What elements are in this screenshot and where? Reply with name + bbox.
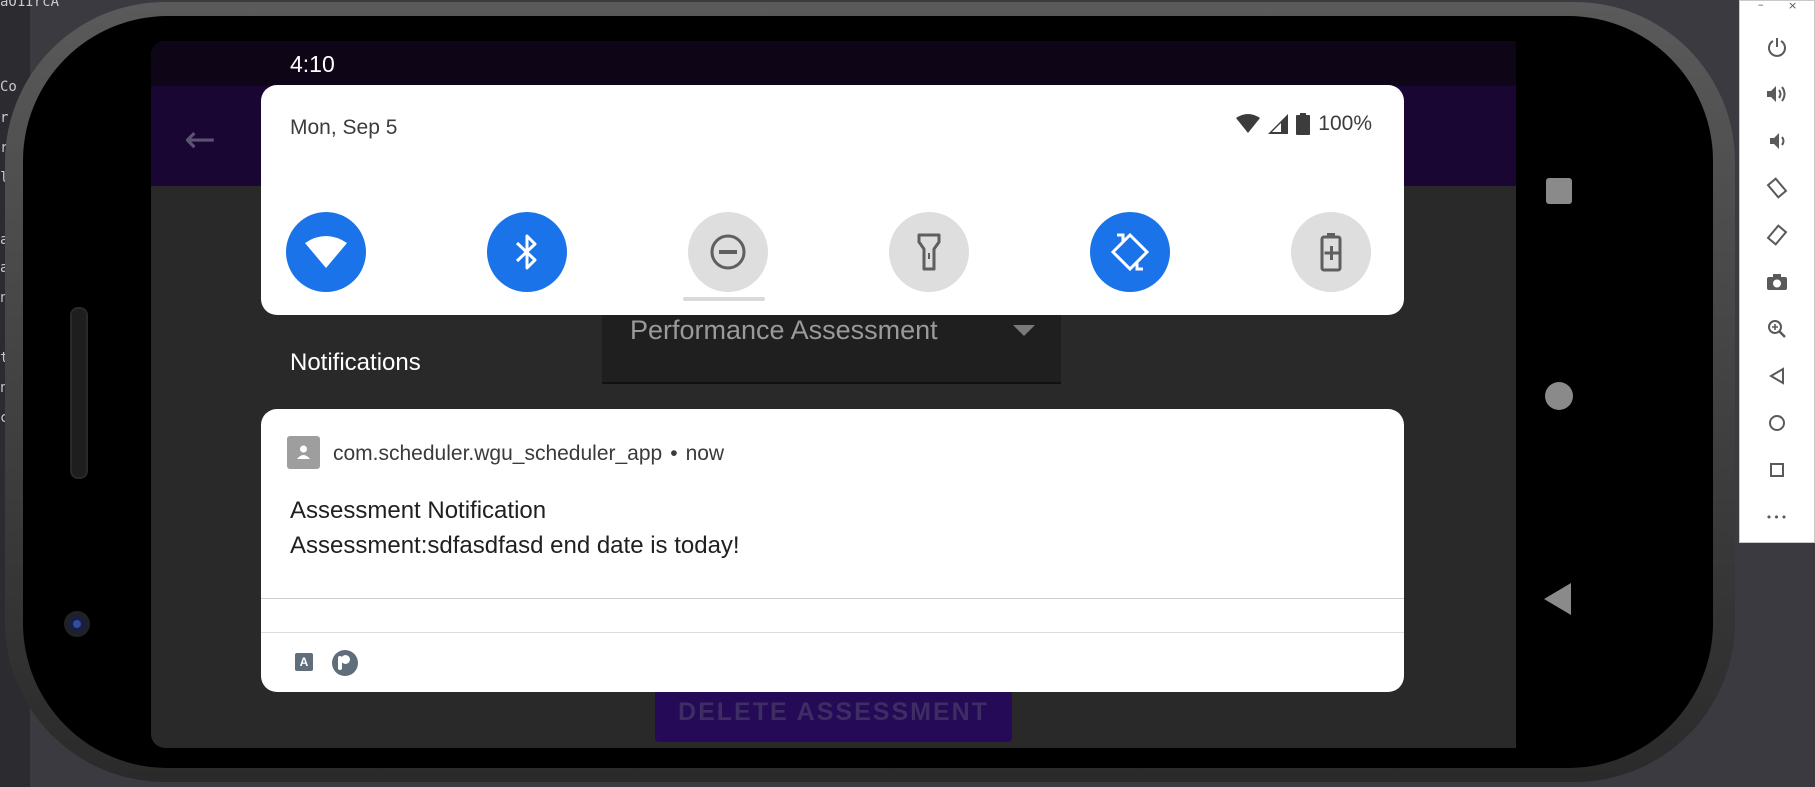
rotate-left-icon[interactable]	[1764, 175, 1790, 201]
do-not-disturb-icon	[710, 234, 746, 270]
notification-time: now	[685, 442, 725, 465]
power-icon[interactable]	[1764, 34, 1790, 60]
dropdown-value: Performance Assessment	[630, 315, 938, 345]
overview-nav-button[interactable]	[1546, 178, 1572, 204]
home-icon[interactable]	[1764, 410, 1790, 436]
divider	[261, 632, 1404, 633]
quick-settings-panel: Mon, Sep 5 100%	[261, 85, 1404, 315]
cell-signal-icon	[1268, 114, 1289, 134]
phone-speaker	[70, 307, 88, 479]
home-nav-button[interactable]	[1545, 382, 1573, 410]
bluetooth-icon	[515, 234, 537, 270]
notification-app-name: com.scheduler.wgu_scheduler_app	[333, 442, 663, 465]
wifi-icon	[305, 236, 347, 268]
camera-icon[interactable]	[1764, 269, 1790, 295]
battery-icon	[1296, 113, 1311, 135]
overview-icon[interactable]	[1764, 457, 1790, 483]
status-time: 4:10	[290, 51, 335, 77]
emulator-toolbar: – × •••	[1739, 0, 1815, 543]
person-icon	[297, 445, 310, 459]
auto-rotate-tile[interactable]	[1090, 212, 1170, 292]
auto-rotate-icon	[1110, 232, 1150, 272]
app-icon	[287, 436, 320, 469]
delete-assessment-button[interactable]: DELETE ASSESSMENT	[655, 684, 1012, 742]
notifications-header: Notifications	[290, 349, 421, 376]
ide-text-fragment: aO1IrcA	[0, 0, 60, 10]
bluetooth-tile[interactable]	[487, 212, 567, 292]
qs-date: Mon, Sep 5	[290, 116, 398, 139]
volume-down-icon[interactable]	[1764, 128, 1790, 154]
notification-title: Assessment Notification	[290, 497, 547, 524]
zoom-icon[interactable]	[1764, 316, 1790, 342]
front-camera-icon	[67, 614, 87, 634]
phone-screen: 4:10 ← Performance Assessment DELETE ASS…	[151, 41, 1516, 748]
window-controls: – ×	[1740, 0, 1814, 17]
flashlight-tile[interactable]	[889, 212, 969, 292]
back-icon[interactable]	[1764, 363, 1790, 389]
battery-saver-icon	[1320, 233, 1342, 272]
status-bar: 4:10	[151, 41, 1516, 86]
notification-card[interactable]: com.scheduler.wgu_scheduler_app • now Asse…	[261, 409, 1404, 692]
back-nav-button[interactable]	[1544, 583, 1571, 615]
divider	[261, 598, 1404, 599]
app-shortcut-a-icon[interactable]: A	[295, 653, 313, 671]
battery-percent: 100%	[1318, 112, 1372, 135]
flashlight-icon	[917, 233, 941, 271]
wifi-tile[interactable]	[286, 212, 366, 292]
app-shortcut-b-icon[interactable]	[332, 650, 358, 676]
notification-app-line: com.scheduler.wgu_scheduler_app • now	[333, 442, 724, 466]
chevron-down-icon	[1013, 325, 1035, 336]
do-not-disturb-tile[interactable]	[688, 212, 768, 292]
ide-text-fragment: r	[0, 110, 9, 126]
volume-up-icon[interactable]	[1764, 81, 1790, 107]
back-arrow-icon[interactable]: ←	[184, 117, 216, 161]
minimize-button[interactable]: –	[1758, 0, 1764, 11]
close-button[interactable]: ×	[1788, 0, 1797, 12]
quick-settings-drag-handle[interactable]	[683, 297, 765, 301]
qs-status-icons: 100%	[1236, 112, 1372, 136]
notification-text: Assessment:sdfasdfasd end date is today!	[290, 532, 740, 559]
separator-dot: •	[670, 442, 678, 465]
wifi-signal-icon	[1236, 114, 1261, 133]
battery-saver-tile[interactable]	[1291, 212, 1371, 292]
more-icon[interactable]: •••	[1764, 504, 1790, 530]
ide-text-fragment: Co	[0, 79, 17, 95]
rotate-right-icon[interactable]	[1764, 222, 1790, 248]
